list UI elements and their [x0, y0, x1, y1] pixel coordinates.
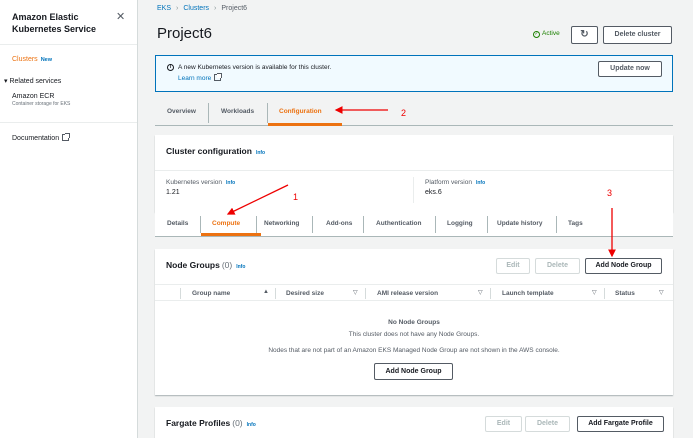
annotation-label-2: 2	[401, 108, 407, 118]
annotation-label-3: 3	[607, 188, 613, 198]
annotation-arrow-compute	[226, 184, 289, 215]
annotation-label-1: 1	[293, 192, 299, 202]
annotation-arrows	[226, 106, 616, 258]
